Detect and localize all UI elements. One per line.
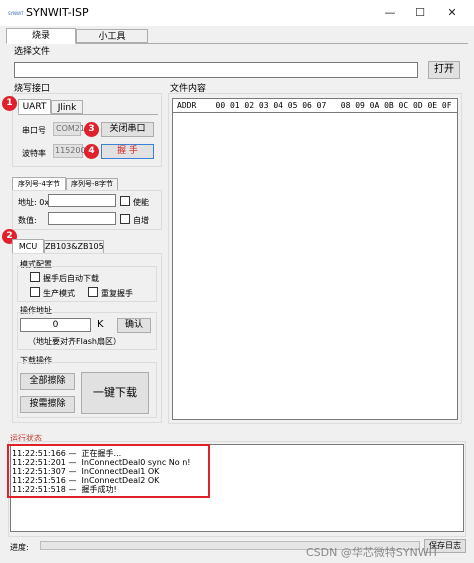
addr-align-note: （地址要对齐Flash扇区） — [28, 337, 121, 346]
window-title: SYNWIT-ISP — [26, 6, 89, 19]
addr-unit-label: K — [97, 319, 104, 330]
serial-autoinc-checkbox[interactable] — [120, 214, 130, 224]
file-path-input[interactable] — [14, 62, 418, 78]
serial-addr-input[interactable] — [48, 194, 116, 207]
tab-serial-4byte[interactable]: 序列号-4字节 — [12, 177, 66, 191]
tab-mcu[interactable]: MCU — [12, 239, 44, 254]
watermark: CSDN @华芯微特SYNWIT — [306, 546, 439, 559]
file-select-title: 选择文件 — [14, 47, 51, 57]
log-line: 11:22:51:516 — InConnectDeal2 OK — [12, 476, 160, 485]
tab-uart[interactable]: UART — [18, 99, 51, 114]
auto-download-checkbox[interactable] — [30, 272, 40, 282]
operation-addr-input[interactable]: 0 — [20, 318, 91, 332]
repeat-handshake-checkbox[interactable] — [88, 287, 98, 297]
port-tab-line — [18, 114, 158, 115]
handshake-button[interactable]: 握 手 — [101, 144, 154, 159]
tab-tools[interactable]: 小工具 — [76, 29, 148, 43]
production-mode-checkbox[interactable] — [30, 287, 40, 297]
one-click-download-button[interactable]: 一键下载 — [81, 372, 149, 414]
log-line: 11:22:51:201 — InConnectDeal0 sync No n! — [12, 458, 191, 467]
tab-jlink[interactable]: Jlink — [51, 100, 83, 114]
baud-select[interactable]: 115200 — [53, 144, 86, 158]
serial-value-label: 数值: — [18, 216, 37, 225]
open-file-button[interactable]: 打开 — [428, 61, 460, 79]
erase-all-button[interactable]: 全部擦除 — [20, 373, 75, 390]
progress-label: 进度: — [10, 543, 29, 552]
annotation-badge-3: 3 — [84, 122, 99, 137]
auto-download-label: 握手后自动下载 — [43, 274, 99, 283]
log-line: 11:22:51:518 — 握手成功! — [12, 485, 117, 494]
port-select[interactable]: COM21 — [53, 122, 85, 136]
tab-burn[interactable]: 烧录 — [6, 28, 76, 44]
serial-autoinc-label: 自增 — [133, 216, 149, 225]
tab-zb103-zb105[interactable]: ZB103&ZB105 — [44, 240, 104, 254]
port-label: 串口号 — [22, 126, 46, 135]
file-content-view[interactable] — [172, 98, 458, 420]
production-mode-label: 生产模式 — [43, 289, 75, 298]
log-line: 11:22:51:166 — 正在握手... — [12, 449, 122, 458]
log-line: 11:22:51:307 — InConnectDeal1 OK — [12, 467, 160, 476]
minimize-button[interactable]: — — [378, 3, 402, 23]
serial-value-input[interactable] — [48, 212, 116, 225]
annotation-badge-1: 1 — [2, 96, 17, 111]
serial-enable-label: 使能 — [133, 198, 149, 207]
repeat-handshake-label: 重复握手 — [101, 289, 133, 298]
erase-sector-button[interactable]: 按需擦除 — [20, 396, 75, 413]
maximize-button[interactable]: ☐ — [408, 3, 432, 23]
serial-enable-checkbox[interactable] — [120, 196, 130, 206]
close-port-button[interactable]: 关闭串口 — [101, 122, 154, 137]
annotation-badge-4: 4 — [84, 144, 99, 159]
app-logo-icon: SYNWIT — [8, 11, 24, 16]
close-button[interactable]: ✕ — [440, 3, 464, 23]
confirm-addr-button[interactable]: 确认 — [117, 318, 151, 333]
serial-addr-label: 地址: 0x — [18, 198, 50, 207]
hex-header: ADDR 00 01 02 03 04 05 06 07 08 09 0A 0B… — [177, 101, 452, 110]
baud-label: 波特率 — [22, 149, 46, 158]
